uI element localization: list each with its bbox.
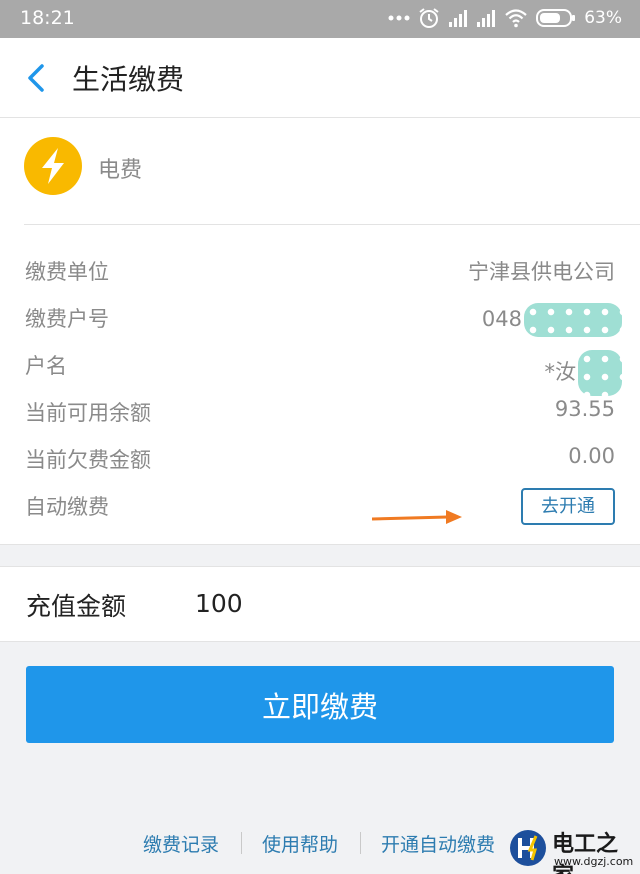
info-label: 缴费户号 [25,307,109,331]
payment-records-link[interactable]: 缴费记录 [143,830,219,857]
bill-type: 电费 [98,158,143,183]
bill-card: 电费 缴费单位 宁津县供电公司 缴费户号 048 户名 *汝 当前可用余额 93… [0,118,640,545]
privacy-mask [524,303,622,337]
enable-autopay-button[interactable]: 去开通 [521,488,615,525]
watermark-logo-icon [510,830,546,866]
alarm-icon [419,8,439,28]
signal-icon [449,10,468,27]
info-value: *汝 [544,360,577,384]
watermark-url: www.dgzj.com [554,855,634,868]
info-label: 缴费单位 [25,260,109,284]
info-label: 当前可用余额 [25,401,151,425]
footer-divider [360,832,361,854]
info-label: 当前欠费金额 [25,448,151,472]
info-row-autopay: 自动缴费 去开通 [0,483,640,530]
battery-percent: 63% [584,8,622,28]
page-title: 生活缴费 [72,63,185,96]
more-dots-icon [388,15,410,21]
arrow-annotation-icon [372,510,462,524]
watermark: 电工之家 www.dgzj.com [508,826,636,874]
info-row-name: 户名 *汝 [0,342,640,396]
help-link[interactable]: 使用帮助 [262,830,338,857]
amount-input[interactable] [195,583,595,623]
amount-label: 充值金额 [26,592,127,621]
info-row-unit: 缴费单位 宁津县供电公司 [0,248,640,295]
divider [24,224,640,225]
info-value: 048 [481,307,522,331]
info-row-account: 缴费户号 048 [0,295,640,342]
footer-divider [241,832,242,854]
info-value: 93.55 [554,397,615,421]
info-label: 自动缴费 [25,495,109,519]
signal-icon [477,10,496,27]
chevron-left-icon[interactable] [22,62,52,94]
info-value: 0.00 [568,444,615,468]
status-time: 18:21 [20,7,75,29]
enable-autopay-link[interactable]: 开通自动缴费 [381,830,495,857]
wifi-icon [505,9,527,28]
status-bar: 18:21 63% [0,0,640,38]
info-row-arrears: 当前欠费金额 0.00 [0,436,640,483]
battery-icon [536,9,576,27]
info-label: 户名 [25,354,67,378]
info-value-row: 048 [482,303,622,337]
info-row-balance: 当前可用余额 93.55 [0,389,640,436]
info-value: 宁津县供电公司 [468,260,615,284]
status-icons: 63% [388,7,622,29]
pay-now-button[interactable]: 立即缴费 [26,666,614,743]
amount-section: 充值金额 [0,566,640,642]
lightning-bolt-icon [24,137,82,195]
bill-header: 电费 [0,118,640,225]
navbar: 生活缴费 [0,38,640,118]
